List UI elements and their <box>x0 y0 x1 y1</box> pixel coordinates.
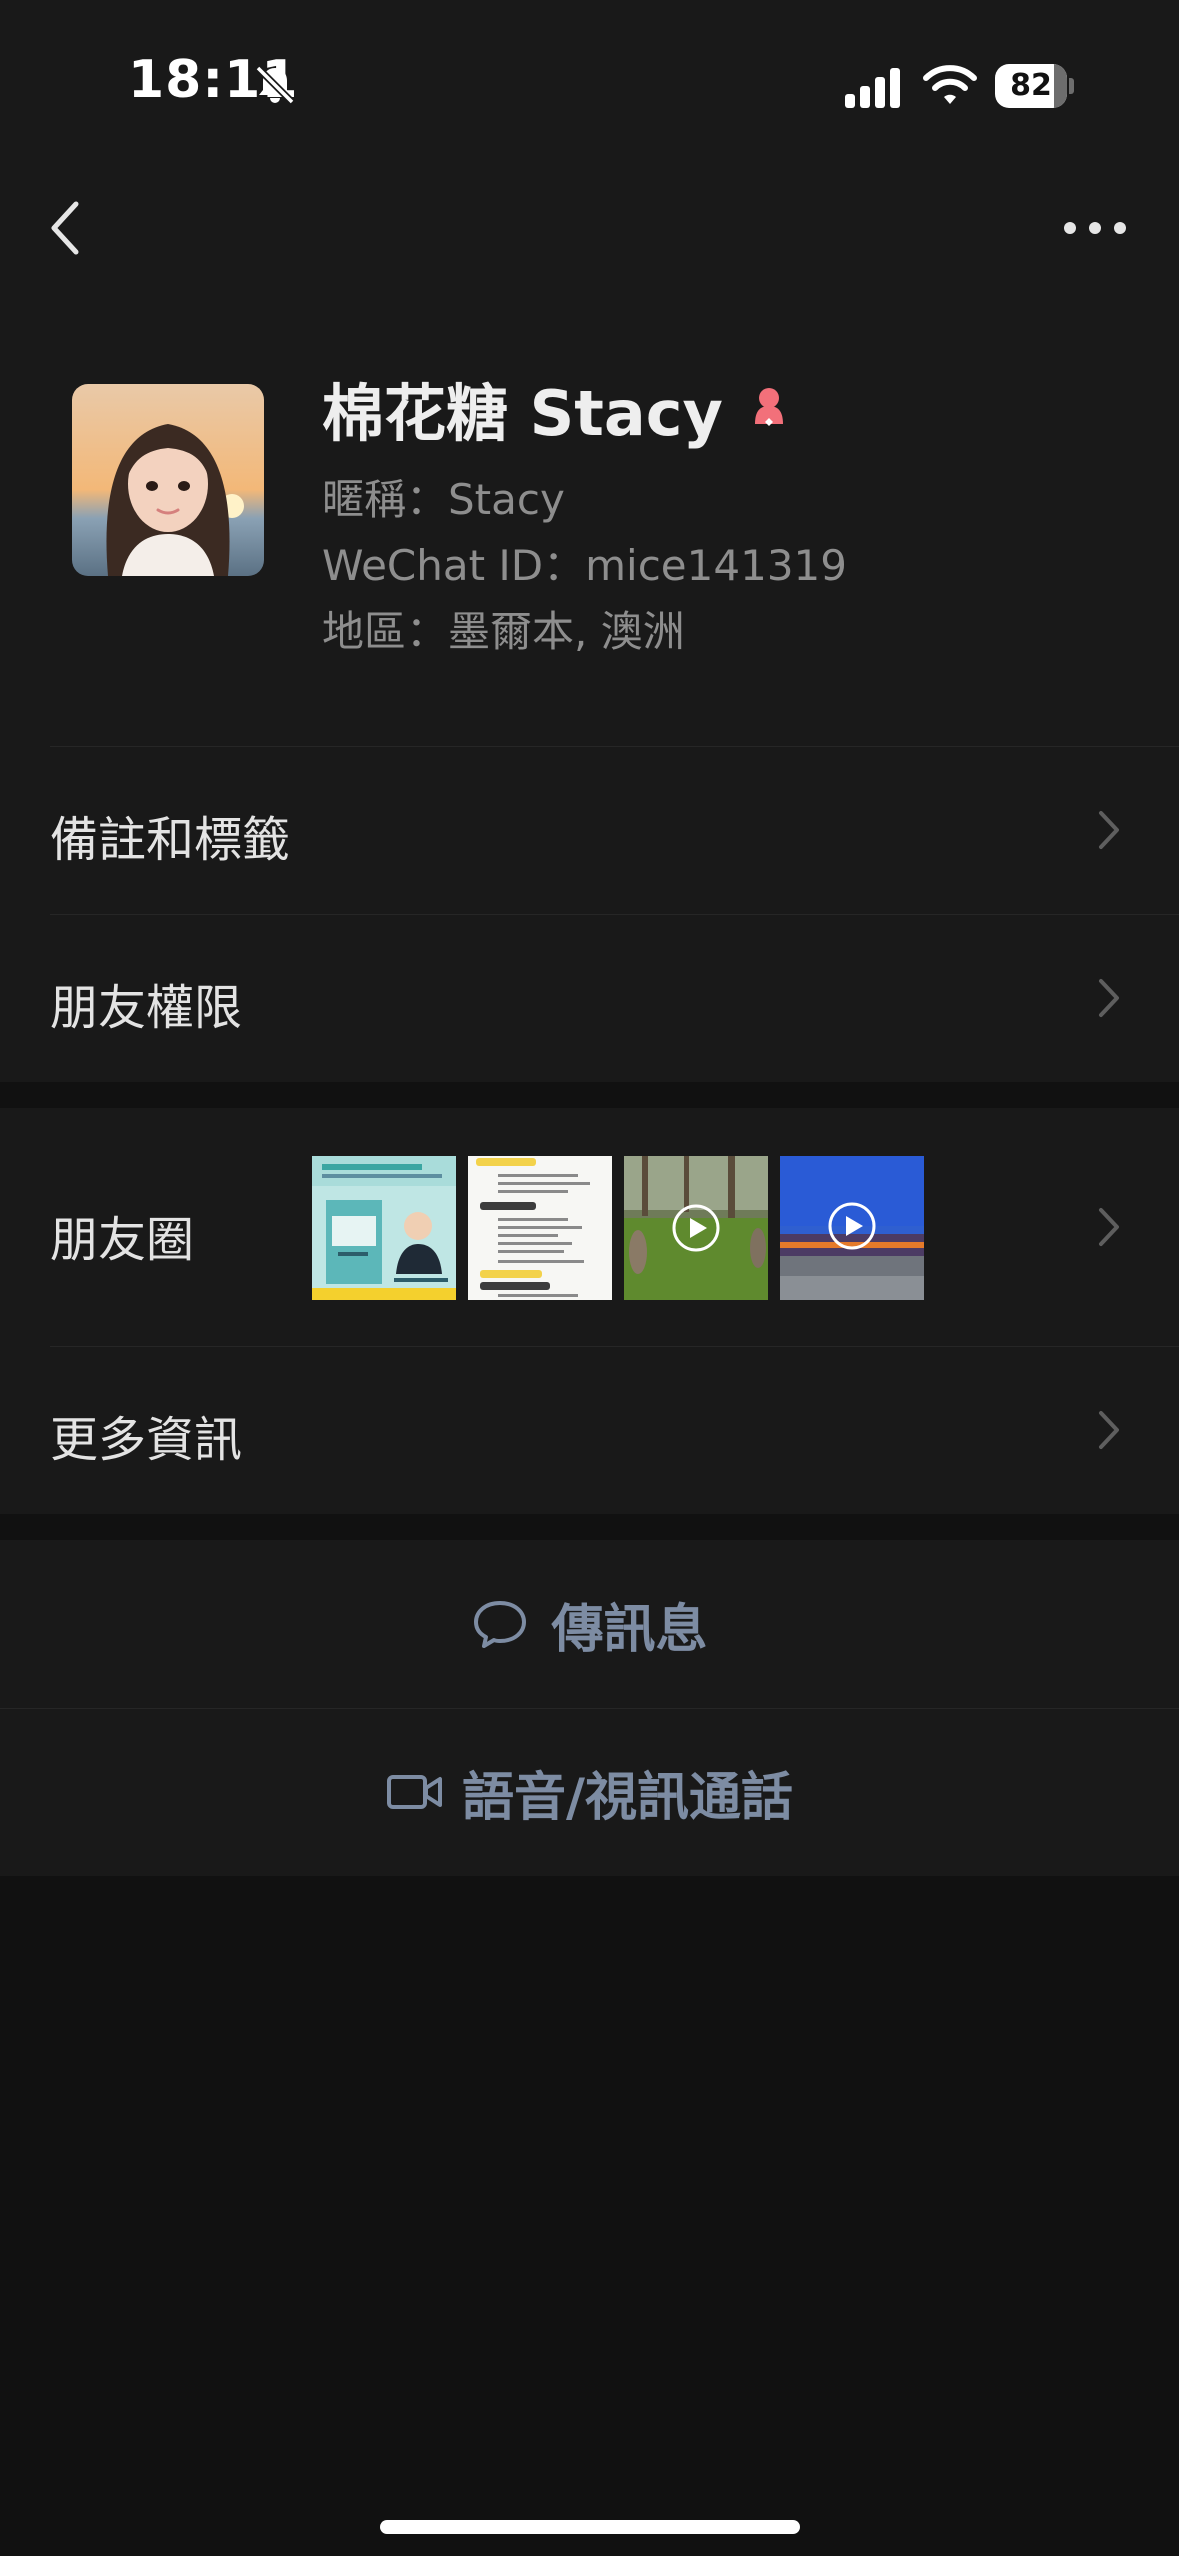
cellular-signal-icon <box>845 68 900 108</box>
battery-icon: 82 <box>995 64 1075 108</box>
friend-permissions-row[interactable]: 朋友權限 <box>0 914 1179 1082</box>
video-camera-icon <box>387 1775 442 1809</box>
remarks-tags-label: 備註和標籤 <box>50 812 291 868</box>
send-message-button[interactable]: 傳訊息 <box>0 1540 1179 1708</box>
voice-video-call-label: 語音/視訊通話 <box>462 1767 793 1828</box>
avatar[interactable] <box>72 384 264 576</box>
wechat-id-line: WeChat ID：mice141319 <box>322 541 847 590</box>
moments-thumbnails <box>312 1156 936 1300</box>
home-indicator <box>380 2520 800 2534</box>
divider <box>50 914 1179 915</box>
moment-thumbnail <box>780 1156 924 1300</box>
nav-bar <box>0 170 1179 288</box>
divider <box>50 1346 1179 1347</box>
divider <box>50 746 1179 747</box>
moment-thumbnail <box>468 1156 612 1300</box>
moment-thumbnail <box>624 1156 768 1300</box>
bell-slash-icon <box>255 65 295 105</box>
moments-row[interactable]: 朋友圈 <box>0 1108 1179 1346</box>
chevron-left-icon[interactable] <box>40 194 92 262</box>
wifi-icon <box>923 65 977 104</box>
female-icon <box>754 388 783 426</box>
friend-permissions-label: 朋友權限 <box>50 980 243 1036</box>
more-dots-icon[interactable] <box>1060 200 1130 256</box>
chevron-right-icon <box>1099 979 1119 1017</box>
chevron-right-icon <box>1099 811 1119 849</box>
chat-bubble-icon <box>474 1601 527 1648</box>
status-bar: 18:11 82 <box>0 0 1179 170</box>
more-info-label: 更多資訊 <box>50 1412 243 1468</box>
battery-percentage: 82 <box>1010 68 1052 103</box>
moments-label: 朋友圈 <box>50 1212 195 1268</box>
region-line: 地區：墨爾本, 澳洲 <box>322 607 685 656</box>
profile-header: 棉花糖 Stacy 暱稱：Stacy WeChat ID：mice141319 … <box>0 288 1179 746</box>
moment-thumbnail <box>312 1156 456 1300</box>
chevron-right-icon <box>1099 1208 1119 1246</box>
chevron-right-icon <box>1099 1411 1119 1449</box>
nickname-line: 暱稱：Stacy <box>322 475 565 524</box>
send-message-label: 傳訊息 <box>551 1599 708 1660</box>
more-info-row[interactable]: 更多資訊 <box>0 1346 1179 1514</box>
voice-video-call-button[interactable]: 語音/視訊通話 <box>0 1708 1179 1876</box>
remarks-tags-row[interactable]: 備註和標籤 <box>0 746 1179 914</box>
profile-name: 棉花糖 Stacy <box>322 377 723 450</box>
profile-name-row: 棉花糖 Stacy <box>322 366 793 450</box>
